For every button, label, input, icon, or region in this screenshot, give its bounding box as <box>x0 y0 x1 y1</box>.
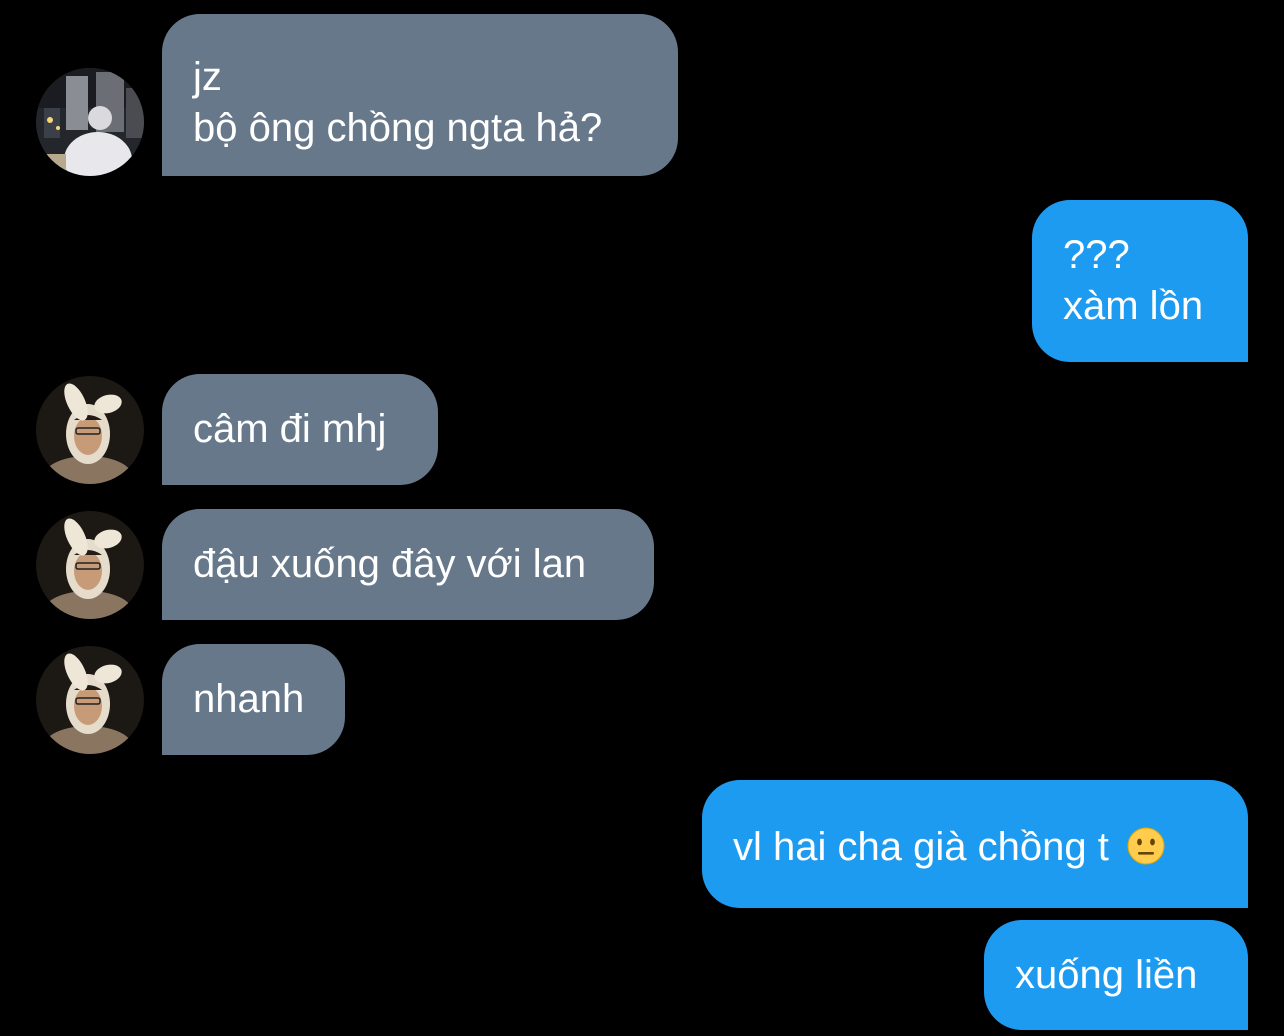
message-bubble-incoming[interactable]: jz bộ ông chồng ngta hả? <box>162 14 678 176</box>
user-avatar-bunny-hat[interactable] <box>36 511 144 619</box>
message-bubble-outgoing[interactable]: ??? xàm lồn <box>1032 200 1248 362</box>
user-avatar-bunny-hat[interactable] <box>36 646 144 754</box>
message-line: xàm lồn <box>1063 284 1204 328</box>
message-bubble-incoming[interactable]: nhanh <box>162 644 345 755</box>
message-line: jz <box>193 55 222 99</box>
message-bubble-outgoing[interactable]: xuống liền <box>984 920 1248 1030</box>
message-line: câm đi mhj <box>193 407 387 451</box>
neutral-face-emoji-icon <box>1126 826 1166 879</box>
chat-thread: jz bộ ông chồng ngta hả? ??? xàm lồn câm… <box>0 0 1284 1036</box>
message-line: đậu xuống đây với lan <box>193 542 587 586</box>
message-line: vl hai cha già chồng t <box>733 825 1109 869</box>
message-bubble-incoming[interactable]: đậu xuống đây với lan <box>162 509 654 620</box>
message-line: ??? <box>1063 233 1130 277</box>
message-line: nhanh <box>193 677 305 721</box>
user-avatar-bunny-hat[interactable] <box>36 376 144 484</box>
user-avatar-night-street[interactable] <box>36 68 144 176</box>
message-line: xuống liền <box>1015 953 1198 997</box>
message-line: bộ ông chồng ngta hả? <box>193 106 603 150</box>
message-bubble-outgoing[interactable]: vl hai cha già chồng t <box>702 780 1248 908</box>
message-bubble-incoming[interactable]: câm đi mhj <box>162 374 438 485</box>
